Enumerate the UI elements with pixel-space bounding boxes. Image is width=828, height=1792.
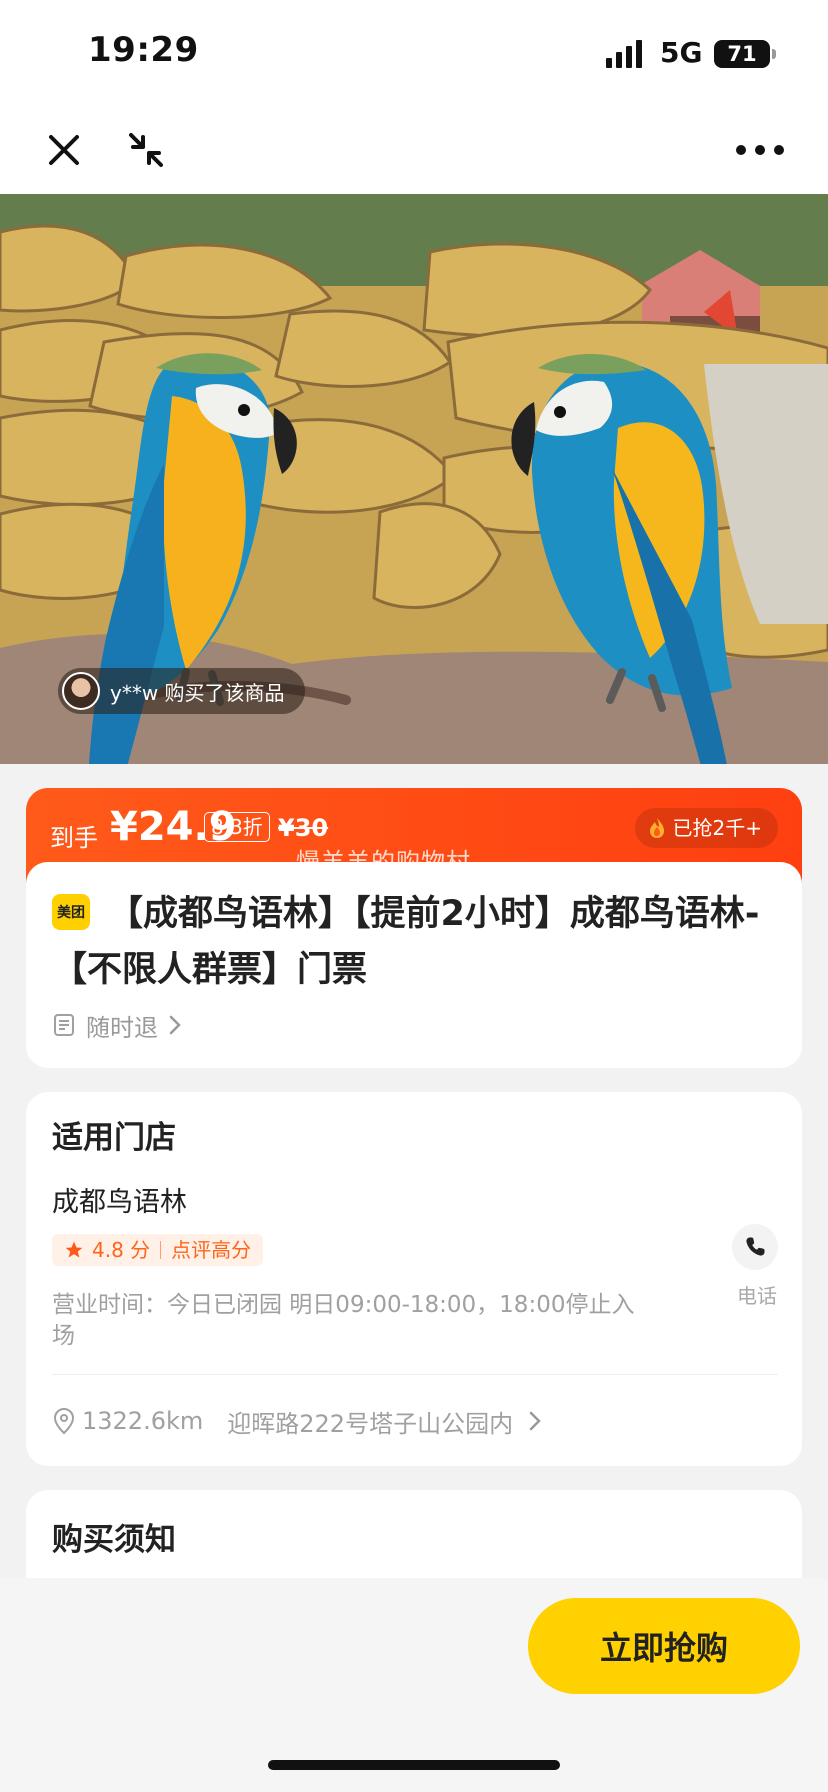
flame-icon [649,818,664,838]
chevron-right-icon [169,1015,181,1035]
price-prefix: 到手 [50,824,98,852]
refund-policy-label: 随时退 [86,1013,158,1042]
store-address-link[interactable]: 1322.6km 迎晖路222号塔子山公园内 [52,1406,543,1438]
original-price: ¥30 [278,814,329,842]
store-address: 迎晖路222号塔子山公园内 [227,1409,514,1438]
store-name[interactable]: 成都鸟语林 [52,1180,187,1219]
more-icon[interactable] [734,128,786,172]
sold-count-badge: 已抢2千+ [634,808,778,848]
store-section-title: 适用门店 [52,1120,176,1156]
battery-icon: 71 [714,40,776,68]
rating-divider [160,1241,162,1259]
footer-bar: 立即抢购 [0,1578,828,1792]
navigation-bar [0,110,828,194]
document-icon [54,1014,74,1036]
home-indicator [268,1760,560,1770]
star-icon [65,1241,83,1258]
store-rating-badge: 4.8 分 点评高分 [52,1234,264,1266]
status-time: 19:29 [88,30,199,70]
store-distance: 1322.6km [82,1407,204,1435]
recent-buyer-text: y**w 购买了该商品 [110,680,285,705]
product-image[interactable]: y**w 购买了该商品 [0,194,828,764]
recent-buyer-notice: y**w 购买了该商品 [58,668,305,714]
store-rating-note: 点评高分 [171,1238,252,1262]
product-title-card: 美团 【成都鸟语林】【提前2小时】成都鸟语林-【不限人群票】门票 随时退 [26,862,802,1068]
status-bar: 19:29 5G 71 [0,0,828,110]
phone-icon [746,1237,765,1256]
sold-count-text: 已抢2千+ [672,816,762,840]
buy-now-button[interactable]: 立即抢购 [528,1598,800,1694]
refund-policy-link[interactable]: 随时退 [52,1010,182,1042]
store-rating: 4.8 分 [92,1238,151,1262]
store-divider [52,1374,778,1375]
business-hours: 营业时间：今日已闭园 明日09:00-18:00，18:00停止入场 [52,1292,635,1349]
discount-badge: 8.3折 [204,812,270,842]
network-type: 5G [660,36,703,69]
buyer-avatar [62,672,100,710]
signal-icon [606,40,642,68]
product-title: 【成都鸟语林】【提前2小时】成都鸟语林-【不限人群票】门票 [52,894,760,990]
minimize-icon[interactable] [124,128,168,172]
phone-label[interactable]: 电话 [737,1280,777,1309]
chevron-right-icon [529,1411,541,1431]
applicable-store-card: 适用门店 成都鸟语林 4.8 分 点评高分 营业时间：今日已闭园 明日09:00… [26,1092,802,1466]
location-pin-icon [53,1407,75,1435]
phone-button[interactable] [732,1224,778,1270]
purchase-notice-title: 购买须知 [52,1522,176,1558]
close-icon[interactable] [42,128,86,172]
